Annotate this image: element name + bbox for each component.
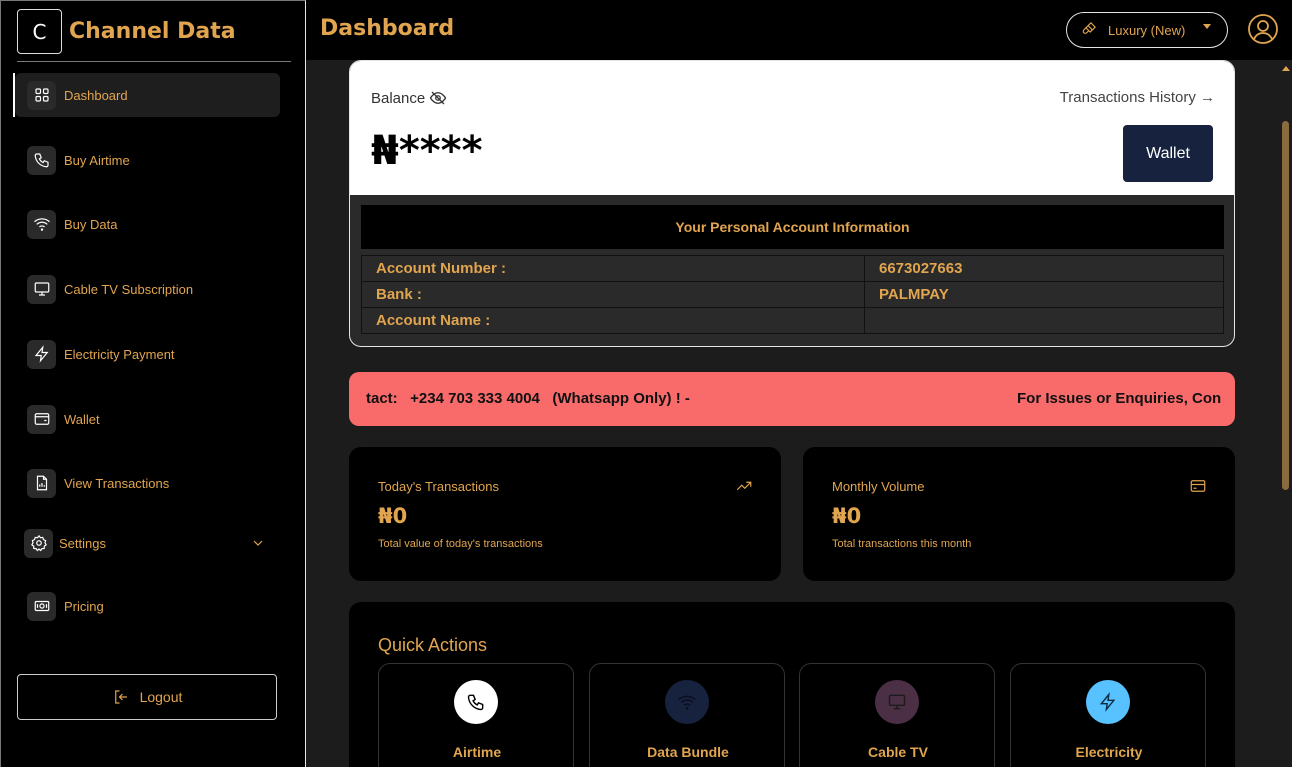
sidebar-item-label: Cable TV Subscription [64,281,194,297]
stat-card-monthly: Monthly Volume ₦0 Total transactions thi… [803,447,1235,581]
tv-icon [875,680,919,724]
sidebar-item-label: Buy Airtime [64,152,130,168]
sidebar-item-view-transactions[interactable]: View Transactions [15,461,280,505]
brand[interactable]: C Channel Data [17,9,291,62]
trending-up-icon [735,477,753,500]
quick-action-airtime[interactable]: Airtime [378,663,574,767]
quick-action-label: Cable TV [868,744,928,760]
stat-title: Today's Transactions [378,479,499,494]
top-header: Dashboard Luxury (New) [306,0,1292,60]
quick-actions-panel: Quick Actions Airtime Data Bundle Cable … [349,602,1235,767]
quick-action-label: Airtime [452,744,502,760]
caret-down-icon [1203,24,1211,29]
sidebar-item-label: Buy Data [64,216,118,232]
quick-actions-title: Quick Actions [378,635,488,655]
account-number-label: Account Number : [361,255,865,282]
grid-icon [27,80,56,110]
marquee-text: For Issues or Enquiries, Con [1017,390,1222,407]
table-row: Account Name : [361,307,1224,334]
sidebar-item-label: Pricing [64,598,104,614]
transactions-history-link[interactable]: Transactions History → [1060,89,1215,106]
sidebar-item-electricity[interactable]: Electricity Payment [15,332,280,376]
stat-card-today: Today's Transactions ₦0 Total value of t… [349,447,781,581]
tv-icon [27,274,56,304]
stat-title: Monthly Volume [832,479,925,494]
stat-description: Total transactions this month [832,538,972,550]
eye-off-icon[interactable] [429,89,447,107]
balance-label: Balance [371,89,426,107]
quick-action-electricity[interactable]: Electricity [1010,663,1206,767]
account-name-value [864,307,1224,334]
quick-action-label: Data Bundle [647,744,729,760]
card-icon [1189,477,1207,500]
wallet-button[interactable]: Wallet [1123,125,1213,182]
balance-label-row: Balance [371,89,447,107]
brand-name: Channel Data [69,19,236,44]
account-info-heading: Your Personal Account Information [361,205,1224,249]
scroll-up-arrow[interactable] [1282,66,1290,71]
page-title: Dashboard [320,16,455,41]
announcement-marquee: tact: +234 703 333 4004 (Whatsapp Only) … [349,372,1235,426]
theme-selector[interactable]: Luxury (New) [1066,12,1228,48]
logout-icon [114,690,127,704]
balance-section: Balance Transactions History → ₦**** Wal… [350,61,1234,195]
phone-icon [27,145,56,175]
balance-card: Balance Transactions History → ₦**** Wal… [349,60,1235,347]
stat-value: ₦0 [832,504,862,528]
sidebar: C Channel Data Dashboard Buy Airtime Buy… [0,0,306,767]
user-avatar-icon[interactable] [1247,13,1279,50]
scrollbar[interactable] [1278,60,1292,767]
chevron-down-icon[interactable] [250,535,266,554]
stat-description: Total value of today's transactions [378,538,543,550]
lightning-icon [1086,680,1130,724]
account-info-table: Account Number : 6673027663 Bank : PALMP… [361,255,1224,334]
file-chart-icon [27,468,56,498]
balance-value: ₦**** [371,128,483,174]
marquee-text: tact: +234 703 333 4004 (Whatsapp Only) … [366,390,690,407]
sidebar-item-wallet[interactable]: Wallet [15,397,280,441]
quick-action-cable-tv[interactable]: Cable TV [799,663,995,767]
quick-action-label: Electricity [1075,744,1143,760]
sidebar-item-label: Wallet [64,411,100,427]
brand-logo: C [17,9,62,54]
sidebar-item-label: Dashboard [64,87,128,103]
logout-label: Logout [139,689,183,705]
gear-icon [24,528,53,558]
sidebar-item-label: Settings [59,535,106,551]
lightning-icon [27,339,56,369]
sidebar-item-settings[interactable]: Settings [15,521,280,565]
table-row: Bank : PALMPAY [361,281,1224,308]
account-name-label: Account Name : [361,307,865,334]
wifi-icon [665,680,709,724]
sidebar-item-label: View Transactions [64,475,170,491]
wifi-icon [27,209,56,239]
account-number-value: 6673027663 [864,255,1224,282]
bank-label: Bank : [361,281,865,308]
sidebar-item-buy-data[interactable]: Buy Data [15,202,280,246]
money-icon [27,591,56,621]
stat-value: ₦0 [378,504,408,528]
quick-action-data-bundle[interactable]: Data Bundle [589,663,785,767]
sidebar-item-cable-tv[interactable]: Cable TV Subscription [15,267,280,311]
phone-icon [454,680,498,724]
bank-value: PALMPAY [864,281,1224,308]
logout-button[interactable]: Logout [17,674,277,720]
sidebar-item-buy-airtime[interactable]: Buy Airtime [15,138,280,182]
sidebar-item-pricing[interactable]: Pricing [15,584,280,628]
paint-brush-icon [1081,20,1098,40]
table-row: Account Number : 6673027663 [361,255,1224,282]
scrollbar-thumb[interactable] [1282,121,1289,490]
sidebar-item-label: Electricity Payment [64,346,175,362]
theme-selector-value: Luxury (New) [1108,22,1186,38]
sidebar-item-dashboard[interactable]: Dashboard [13,73,280,117]
wallet-icon [27,404,56,434]
